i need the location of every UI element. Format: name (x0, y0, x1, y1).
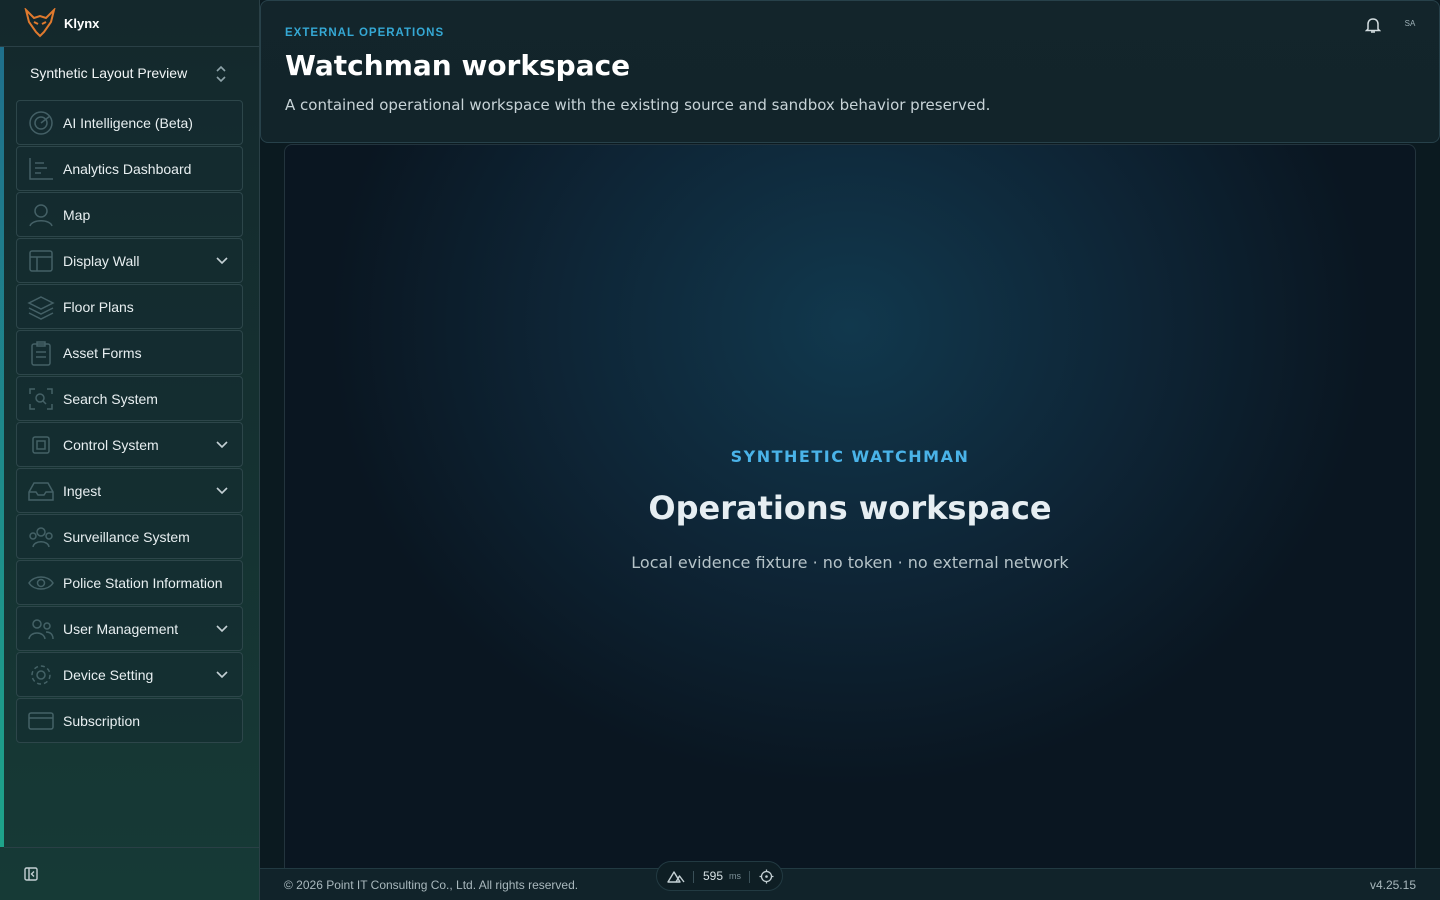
response-time-value: 595 (703, 869, 724, 883)
fox-logo-icon (24, 8, 56, 38)
page-eyebrow: EXTERNAL OPERATIONS (285, 27, 445, 39)
eye-icon (28, 576, 54, 590)
brand-name: Klynx (64, 15, 100, 31)
sidebar-collapse-icon[interactable] (24, 867, 38, 881)
page-description: A contained operational workspace with t… (285, 96, 991, 114)
divider (749, 871, 750, 883)
brand[interactable]: Klynx (0, 0, 259, 47)
avatar[interactable]: SA (1399, 15, 1421, 33)
sidebar-item-label: Ingest (63, 482, 102, 499)
workspace-title: Operations workspace (648, 489, 1052, 527)
version-label: v4.25.15 (1369, 878, 1416, 892)
sidebar: Klynx Synthetic Layout Preview AI Intell… (0, 0, 260, 900)
page-header: EXTERNAL OPERATIONS Watchman workspace A… (260, 0, 1440, 143)
sidebar-item-display-wall[interactable]: Display Wall (16, 238, 243, 283)
workspace-eyebrow: SYNTHETIC WATCHMAN (730, 447, 970, 466)
sidebar-item-surveillance-system[interactable]: Surveillance System (16, 514, 243, 559)
sidebar-item-label: Asset Forms (63, 344, 142, 361)
cpu-icon (32, 436, 50, 454)
sidebar-item-control-system[interactable]: Control System (16, 422, 243, 467)
sidebar-item-label: Control System (63, 436, 159, 453)
clipboard-icon (31, 341, 51, 366)
chevron-down-icon[interactable] (216, 670, 228, 680)
workspace-subtitle: Local evidence fixture · no token · no e… (631, 553, 1069, 572)
scan-search-icon (29, 388, 53, 410)
performance-indicator[interactable]: 595 ms (656, 861, 783, 891)
sidebar-item-label: Map (63, 206, 91, 223)
copyright-text: © 2026 Point IT Consulting Co., Ltd. All… (284, 878, 579, 892)
sidebar-item-asset-forms[interactable]: Asset Forms (16, 330, 243, 375)
sidebar-item-user-management[interactable]: User Management (16, 606, 243, 651)
sidebar-accent-bar (0, 47, 4, 847)
nuxt-icon (667, 871, 685, 883)
sidebar-item-label: Search System (63, 390, 158, 407)
sidebar-item-label: Floor Plans (63, 298, 134, 315)
sidebar-item-label: Analytics Dashboard (63, 160, 192, 177)
users-icon (29, 527, 53, 548)
sidebar-item-map[interactable]: Map (16, 192, 243, 237)
page-title: Watchman workspace (285, 49, 631, 82)
layout-icon (29, 250, 53, 272)
chart-icon (29, 158, 53, 180)
inbox-icon (28, 482, 54, 501)
sidebar-item-ai-intelligence[interactable]: AI Intelligence (Beta) (16, 100, 243, 145)
sidebar-item-label: Display Wall (63, 252, 140, 269)
sidebar-item-search-system[interactable]: Search System (16, 376, 243, 421)
sidebar-item-ingest[interactable]: Ingest (16, 468, 243, 513)
sidebar-item-label: Device Setting (63, 666, 154, 683)
sidebar-item-floor-plans[interactable]: Floor Plans (16, 284, 243, 329)
crosshair-icon[interactable] (759, 869, 774, 884)
sidebar-item-police-station-information[interactable]: Police Station Information (16, 560, 243, 605)
main-workspace-panel: SYNTHETIC WATCHMAN Operations workspace … (284, 144, 1416, 870)
chevron-down-icon[interactable] (216, 486, 228, 496)
bell-icon[interactable] (1365, 16, 1381, 34)
sidebar-item-label: Police Station Information (63, 574, 223, 591)
radar-icon (29, 111, 53, 135)
chevron-down-icon[interactable] (216, 440, 228, 450)
sidebar-footer (4, 847, 259, 900)
layers-icon (27, 296, 55, 320)
chevron-up-down-icon (216, 65, 226, 83)
response-time-unit: ms (729, 871, 741, 881)
sidebar-item-label: AI Intelligence (Beta) (63, 114, 193, 131)
credit-card-icon (28, 712, 54, 730)
divider (693, 871, 694, 883)
page-footer: © 2026 Point IT Consulting Co., Ltd. All… (260, 868, 1440, 900)
sidebar-item-device-setting[interactable]: Device Setting (16, 652, 243, 697)
sidebar-item-label: Subscription (63, 712, 141, 729)
sidebar-item-analytics-dashboard[interactable]: Analytics Dashboard (16, 146, 243, 191)
chevron-down-icon[interactable] (216, 256, 228, 266)
chevron-down-icon[interactable] (216, 624, 228, 634)
map-pin-icon (29, 204, 53, 227)
sidebar-nav: AI Intelligence (Beta) Analytics Dashboa… (16, 100, 243, 744)
workspace-switcher-label: Synthetic Layout Preview (30, 65, 188, 81)
workspace-switcher[interactable]: Synthetic Layout Preview (4, 48, 259, 98)
sidebar-item-label: User Management (63, 620, 179, 637)
sidebar-item-subscription[interactable]: Subscription (16, 698, 243, 743)
gear-icon (31, 665, 51, 685)
sidebar-item-label: Surveillance System (63, 528, 190, 545)
user-group-icon (28, 619, 54, 640)
